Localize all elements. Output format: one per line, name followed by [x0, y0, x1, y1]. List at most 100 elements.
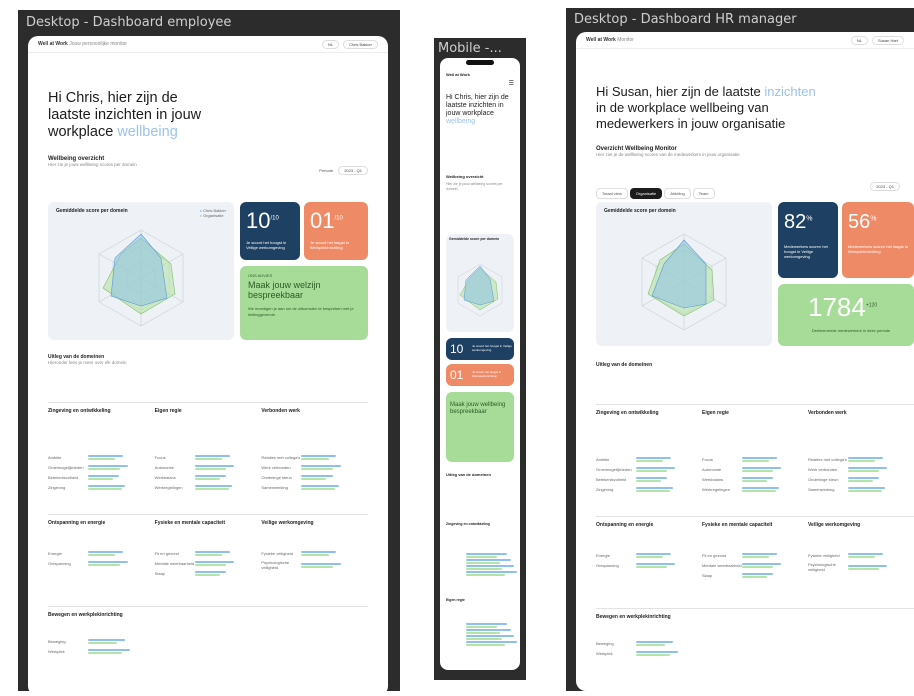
domains-section: Uitleg van de domeinen Hieronder lees je… [48, 354, 368, 366]
user-score-bar [848, 553, 883, 555]
user-score-bar [636, 553, 671, 555]
highest-score-tile: 10/10 Je scoort het hoogst in Veilige we… [240, 202, 300, 260]
domain-row-label: Ambitie [596, 457, 610, 462]
user-score-bar [742, 573, 773, 575]
domain-row-label: Werkbalans [702, 477, 724, 482]
hr-period-select[interactable]: 2023 - Q1 [866, 182, 900, 191]
mobile-score-bar [446, 565, 514, 570]
employee-frame-title: Desktop - Dashboard employee [26, 15, 232, 30]
user-score-bar [88, 485, 126, 487]
domain-row-label: Zingeving [596, 487, 614, 492]
user-score-bar [194, 465, 235, 467]
domain-row-label: Werkregelingen [702, 487, 730, 492]
domain-score-row: Mentale weerbaarheid [155, 560, 252, 567]
mobile-card: Well at Work ☰ Hi Chris, hier zijn de la… [440, 58, 520, 670]
domain-columns-2: Ontspanning en energie Energie Ontspannin… [48, 520, 368, 600]
domain-column: Verbonden werk Relaties met collega's Wer… [808, 410, 914, 514]
mobile-advice-tile[interactable]: Maak jouw wellbeing bespreekbaar [446, 392, 514, 462]
mobile-score-bar [446, 635, 514, 640]
user-score-bar [636, 457, 671, 459]
org-score-bar [742, 556, 769, 558]
tab-afdeling[interactable]: Afdeling [664, 188, 691, 199]
user-score-bar [301, 562, 341, 565]
domain-row-label: Groeimogelijkheden [48, 465, 84, 470]
domain-score-row: Betekenisvolheid [596, 476, 692, 483]
org-score-bar [742, 460, 769, 462]
divider [596, 608, 914, 609]
hr-header: Well at Work Monitor NL Susan Hart [576, 32, 914, 49]
domain-title: Veilige werkomgeving [261, 520, 314, 526]
mobile-brand[interactable]: Well at Work [446, 72, 470, 77]
domain-score-row: Zingeving [48, 484, 145, 491]
hr-user-menu[interactable]: Susan Hart [871, 35, 904, 45]
language-select[interactable]: NL [321, 39, 340, 49]
hr-overview: Overzicht Wellbeing Monitor Hier ziet je… [596, 146, 740, 157]
hr-greeting: Hi Susan, hier zijn de laatste inzichten… [596, 84, 816, 131]
user-score-bar [88, 465, 128, 467]
user-score-bar [88, 561, 128, 563]
org-score-bar [88, 478, 113, 480]
domain-score-row: Fysieke veiligheid [808, 552, 904, 559]
org-score-bar [636, 566, 668, 568]
domain-score-row: Werkbalans [702, 476, 798, 483]
user-score-bar [848, 564, 888, 567]
user-menu[interactable]: Chris Bakker [343, 39, 378, 49]
divider [596, 516, 914, 517]
domain-row-label: Werk verbonden [261, 465, 291, 470]
domain-score-row: Werkplek [596, 650, 696, 657]
user-score-bar [194, 551, 230, 553]
domain-title: Eigen regie [702, 410, 729, 416]
user-score-bar [88, 455, 124, 457]
employee-header: Well at Work Jouw persoonlijke monitor N… [28, 36, 388, 53]
org-score-bar [742, 576, 767, 578]
domain-score-row: Relaties met collega's [808, 456, 904, 463]
tab-organisatie[interactable]: Organisatie [629, 188, 663, 199]
period-select[interactable]: Periode 2023 - Q1 [319, 166, 368, 175]
org-score-bar [194, 488, 229, 490]
org-score-bar [636, 460, 663, 462]
domain-title: Fysieke en mentale capaciteit [154, 520, 225, 526]
domain-column: Eigen regie Focus Autonomie Werkbalans Werk… [155, 408, 262, 512]
advice-tile[interactable]: ONS ADVIES Maak jouw welzijn bespreekbaa… [240, 266, 368, 340]
domain-row-label: Psychologische veiligheid [261, 560, 290, 570]
org-score-bar [848, 490, 882, 492]
domain-last: Bewegen en werkplekinrichting Beweging We… [48, 612, 148, 658]
org-score-bar [301, 478, 327, 480]
org-score-bar [742, 480, 767, 482]
org-score-bar [742, 470, 774, 472]
domain-title: Veilige werkomgeving [808, 522, 861, 528]
org-score-bar [848, 556, 875, 558]
hr-card: Well at Work Monitor NL Susan Hart Hi Sus… [576, 32, 914, 691]
user-score-bar [742, 487, 779, 489]
hr-language-select[interactable]: NL [850, 35, 868, 45]
user-score-bar [636, 563, 676, 565]
mobile-menu-icon[interactable]: ☰ [509, 72, 514, 90]
user-score-bar [848, 477, 879, 479]
user-score-bar [636, 467, 676, 469]
domain-row-label: Betekenisvolheid [48, 475, 79, 480]
user-score-bar [301, 551, 337, 553]
domain-row-label: Werkplek [596, 651, 613, 656]
domain-score-row: Fysieke veiligheid [261, 550, 358, 557]
domain-row-label: Beweging [48, 639, 66, 644]
tab-team[interactable]: Team [692, 188, 715, 199]
mobile-score-bar [446, 623, 514, 628]
user-score-bar [194, 561, 235, 563]
domain-score-row: Ontspanning [48, 560, 145, 567]
domain-title: Zingeving en ontwikkeling [48, 408, 111, 414]
user-score-bar [848, 487, 885, 489]
domain-score-row: Ontspanning [596, 562, 692, 569]
domain-column: Veilige werkomgeving Fysieke veiligheid P… [808, 522, 914, 602]
mobile-score-bar [446, 629, 514, 634]
hr-brand-logo[interactable]: Well at Work [586, 37, 616, 43]
brand-logo[interactable]: Well at Work [38, 41, 68, 47]
domain-score-row: Onderlinge steun [808, 476, 904, 483]
divider [48, 606, 368, 607]
mobile-domains-title: Uitleg van de domeinen [446, 472, 491, 477]
tab-totaal-view[interactable]: Totaal view [596, 188, 628, 199]
hr-lowest-tile: 56% Medewerkers scoren het laagst in Wer… [842, 202, 914, 278]
domain-row-label: Slaap [702, 573, 713, 578]
domains-text: Hieronder lees je meer over elk domein [48, 360, 127, 365]
mobile-score-bar [446, 559, 514, 564]
domain-row-label: Onderlinge steun [808, 477, 839, 482]
